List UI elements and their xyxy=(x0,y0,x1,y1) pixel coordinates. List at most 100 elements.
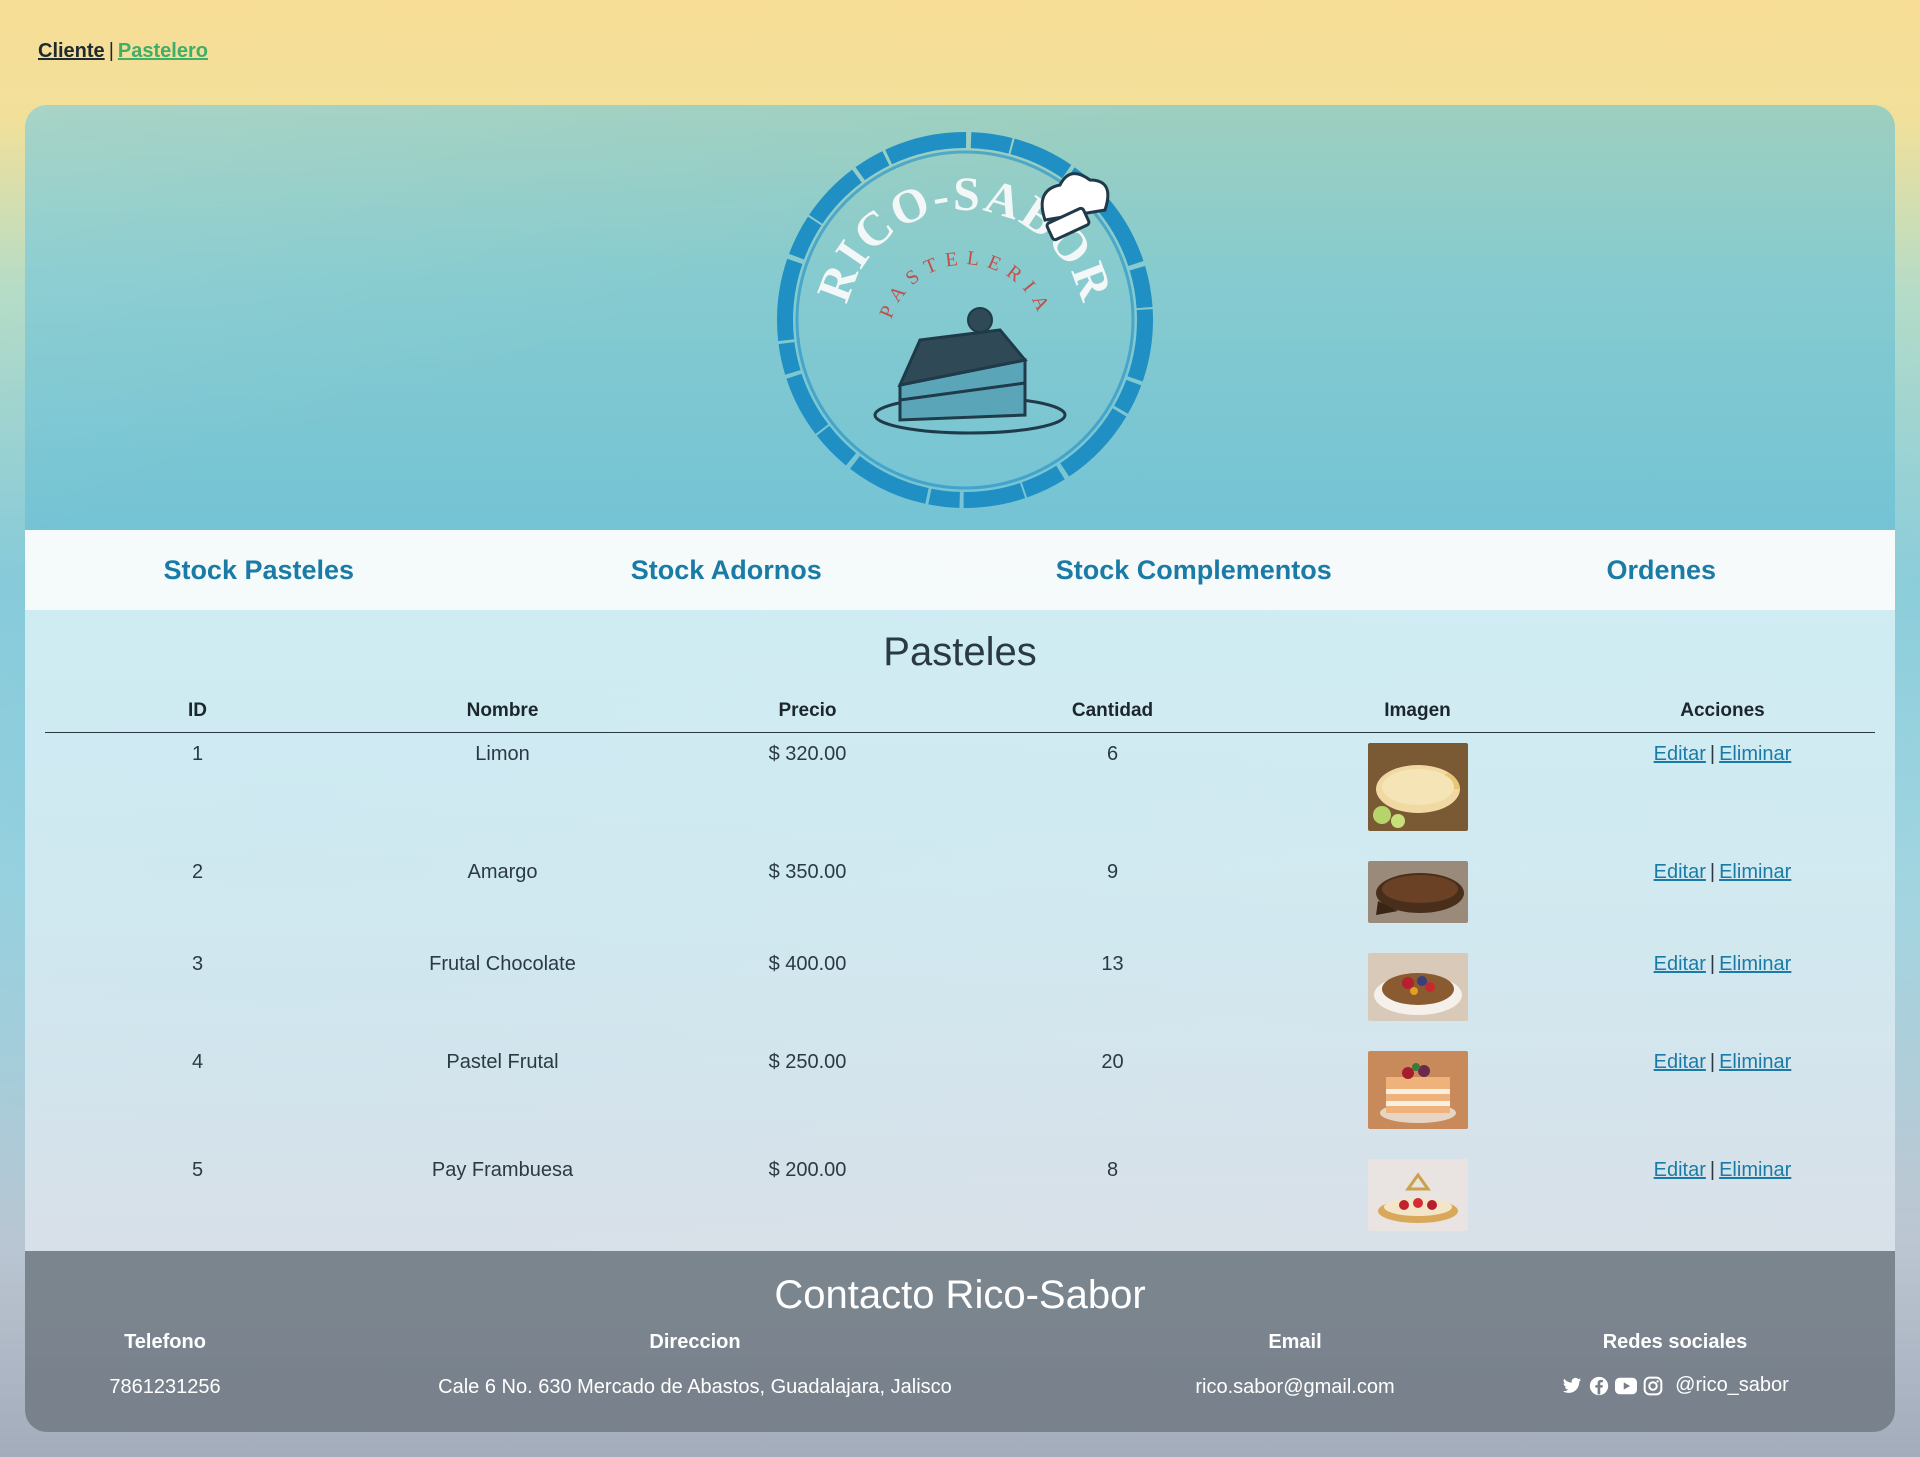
cell-id: 1 xyxy=(191,743,204,765)
svg-text:PASTELERIA: PASTELERIA xyxy=(875,247,1056,321)
telefono-label: Telefono xyxy=(124,1331,206,1353)
action-separator: | xyxy=(1709,1159,1716,1181)
fruit-cake-image xyxy=(1367,1051,1468,1129)
header-acciones: Acciones xyxy=(1570,690,1875,733)
header-cantidad: Cantidad xyxy=(960,690,1265,733)
twitter-icon[interactable] xyxy=(1561,1376,1583,1396)
direccion-value: Cale 6 No. 630 Mercado de Abastos, Guada… xyxy=(438,1376,952,1398)
cell-precio: $ 320.00 xyxy=(768,743,847,765)
cell-cantidad: 13 xyxy=(1101,953,1124,975)
user-mode-switch: Cliente | Pastelero xyxy=(38,40,208,63)
header-imagen: Imagen xyxy=(1265,690,1570,733)
cell-cantidad: 9 xyxy=(1106,861,1119,883)
content-area: Pasteles ID Nombre Precio Cantidad Image… xyxy=(25,610,1895,1355)
cell-nombre: Pay Frambuesa xyxy=(431,1159,574,1181)
delete-link[interactable]: Eliminar xyxy=(1719,861,1791,883)
youtube-icon[interactable] xyxy=(1615,1377,1638,1395)
header-nombre: Nombre xyxy=(350,690,655,733)
main-card: RICO-SABOR PASTELERIA Stock Pasteles Sto… xyxy=(25,105,1895,1432)
cell-id: 2 xyxy=(191,861,204,883)
table-row: 1 Limon $ 320.00 6 Editar | Eliminar xyxy=(45,733,1875,852)
telefono-value: 7861231256 xyxy=(109,1376,221,1398)
action-separator: | xyxy=(1709,743,1716,765)
cell-imagen xyxy=(1265,943,1570,1041)
cell-id: 3 xyxy=(191,953,204,975)
cell-nombre: Limon xyxy=(475,743,530,765)
table-row: 5 Pay Frambuesa $ 200.00 8 Editar | Elim… xyxy=(45,1149,1875,1251)
cell-imagen xyxy=(1265,733,1570,852)
contact-footer: Contacto Rico-Sabor Telefono 7861231256 … xyxy=(25,1251,1895,1432)
edit-link[interactable]: Editar xyxy=(1654,1159,1706,1181)
cell-precio: $ 200.00 xyxy=(768,1159,847,1181)
cell-cantidad: 20 xyxy=(1101,1051,1124,1073)
header-precio: Precio xyxy=(655,690,960,733)
header-banner: RICO-SABOR PASTELERIA xyxy=(25,105,1895,530)
cell-nombre: Pastel Frutal xyxy=(446,1051,559,1073)
table-row: 2 Amargo $ 350.00 9 Editar | Eliminar xyxy=(45,851,1875,943)
nav-stock-adornos[interactable]: Stock Adornos xyxy=(493,555,961,586)
pastelero-link[interactable]: Pastelero xyxy=(118,40,208,62)
telefono-column: Telefono 7861231256 xyxy=(60,1331,270,1399)
lemon-cake-image xyxy=(1367,743,1468,831)
nav-stock-pasteles[interactable]: Stock Pasteles xyxy=(25,555,493,586)
main-nav: Stock Pasteles Stock Adornos Stock Compl… xyxy=(25,530,1895,610)
edit-link[interactable]: Editar xyxy=(1654,861,1706,883)
edit-link[interactable]: Editar xyxy=(1654,1051,1706,1073)
direccion-label: Direccion xyxy=(649,1331,741,1353)
facebook-icon[interactable] xyxy=(1589,1376,1609,1396)
cell-acciones: Editar | Eliminar xyxy=(1570,943,1875,1041)
cell-acciones: Editar | Eliminar xyxy=(1570,851,1875,943)
nav-ordenes[interactable]: Ordenes xyxy=(1428,555,1896,586)
cell-nombre: Amargo xyxy=(467,861,538,883)
cell-cantidad: 6 xyxy=(1106,743,1119,765)
table-row: 3 Frutal Chocolate $ 400.00 13 Editar | … xyxy=(45,943,1875,1041)
social-handle: @rico_sabor xyxy=(1675,1374,1789,1396)
page-title: Pasteles xyxy=(883,630,1037,674)
chef-hat-icon xyxy=(1040,172,1110,242)
cell-acciones: Editar | Eliminar xyxy=(1570,733,1875,852)
cell-imagen xyxy=(1265,1041,1570,1149)
chocolate-cake-image xyxy=(1367,861,1468,923)
delete-link[interactable]: Eliminar xyxy=(1719,1051,1791,1073)
raspberry-pie-image xyxy=(1367,1159,1468,1231)
cell-imagen xyxy=(1265,1149,1570,1251)
cell-id: 4 xyxy=(191,1051,204,1073)
action-separator: | xyxy=(1709,1051,1716,1073)
cell-acciones: Editar | Eliminar xyxy=(1570,1041,1875,1149)
email-column: Email rico.sabor@gmail.com xyxy=(1125,1331,1465,1399)
cake-slice-icon xyxy=(873,307,1067,435)
logo-subtitle-text: PASTELERIA xyxy=(875,247,1048,321)
cell-cantidad: 8 xyxy=(1106,1159,1119,1181)
table-header-row: ID Nombre Precio Cantidad Imagen Accione… xyxy=(45,690,1875,733)
fruit-chocolate-cake-image xyxy=(1367,953,1468,1021)
cliente-link[interactable]: Cliente xyxy=(38,40,105,62)
footer-title: Contacto Rico-Sabor xyxy=(774,1273,1146,1317)
cell-acciones: Editar | Eliminar xyxy=(1570,1149,1875,1251)
cell-nombre: Frutal Chocolate xyxy=(429,953,576,975)
link-separator: | xyxy=(108,40,114,62)
edit-link[interactable]: Editar xyxy=(1654,743,1706,765)
social-links: @rico_sabor xyxy=(1561,1374,1789,1397)
edit-link[interactable]: Editar xyxy=(1654,953,1706,975)
redes-label: Redes sociales xyxy=(1602,1331,1748,1353)
cell-precio: $ 250.00 xyxy=(768,1051,847,1073)
email-label: Email xyxy=(1268,1331,1322,1353)
redes-column: Redes sociales @rico_sabor xyxy=(1525,1331,1825,1401)
action-separator: | xyxy=(1709,861,1716,883)
cell-imagen xyxy=(1265,851,1570,943)
table-row: 4 Pastel Frutal $ 250.00 20 Editar | Eli… xyxy=(45,1041,1875,1149)
delete-link[interactable]: Eliminar xyxy=(1719,1159,1791,1181)
instagram-icon[interactable] xyxy=(1643,1376,1663,1396)
action-separator: | xyxy=(1709,953,1716,975)
pasteles-table: ID Nombre Precio Cantidad Imagen Accione… xyxy=(45,690,1875,1251)
cell-precio: $ 350.00 xyxy=(768,861,847,883)
delete-link[interactable]: Eliminar xyxy=(1719,953,1791,975)
nav-stock-complementos[interactable]: Stock Complementos xyxy=(960,555,1428,586)
direccion-column: Direccion Cale 6 No. 630 Mercado de Abas… xyxy=(365,1331,1025,1399)
cell-precio: $ 400.00 xyxy=(768,953,847,975)
rico-sabor-logo: RICO-SABOR PASTELERIA xyxy=(777,132,1153,508)
email-value: rico.sabor@gmail.com xyxy=(1195,1376,1395,1398)
delete-link[interactable]: Eliminar xyxy=(1719,743,1791,765)
header-id: ID xyxy=(45,690,350,733)
cell-id: 5 xyxy=(191,1159,204,1181)
